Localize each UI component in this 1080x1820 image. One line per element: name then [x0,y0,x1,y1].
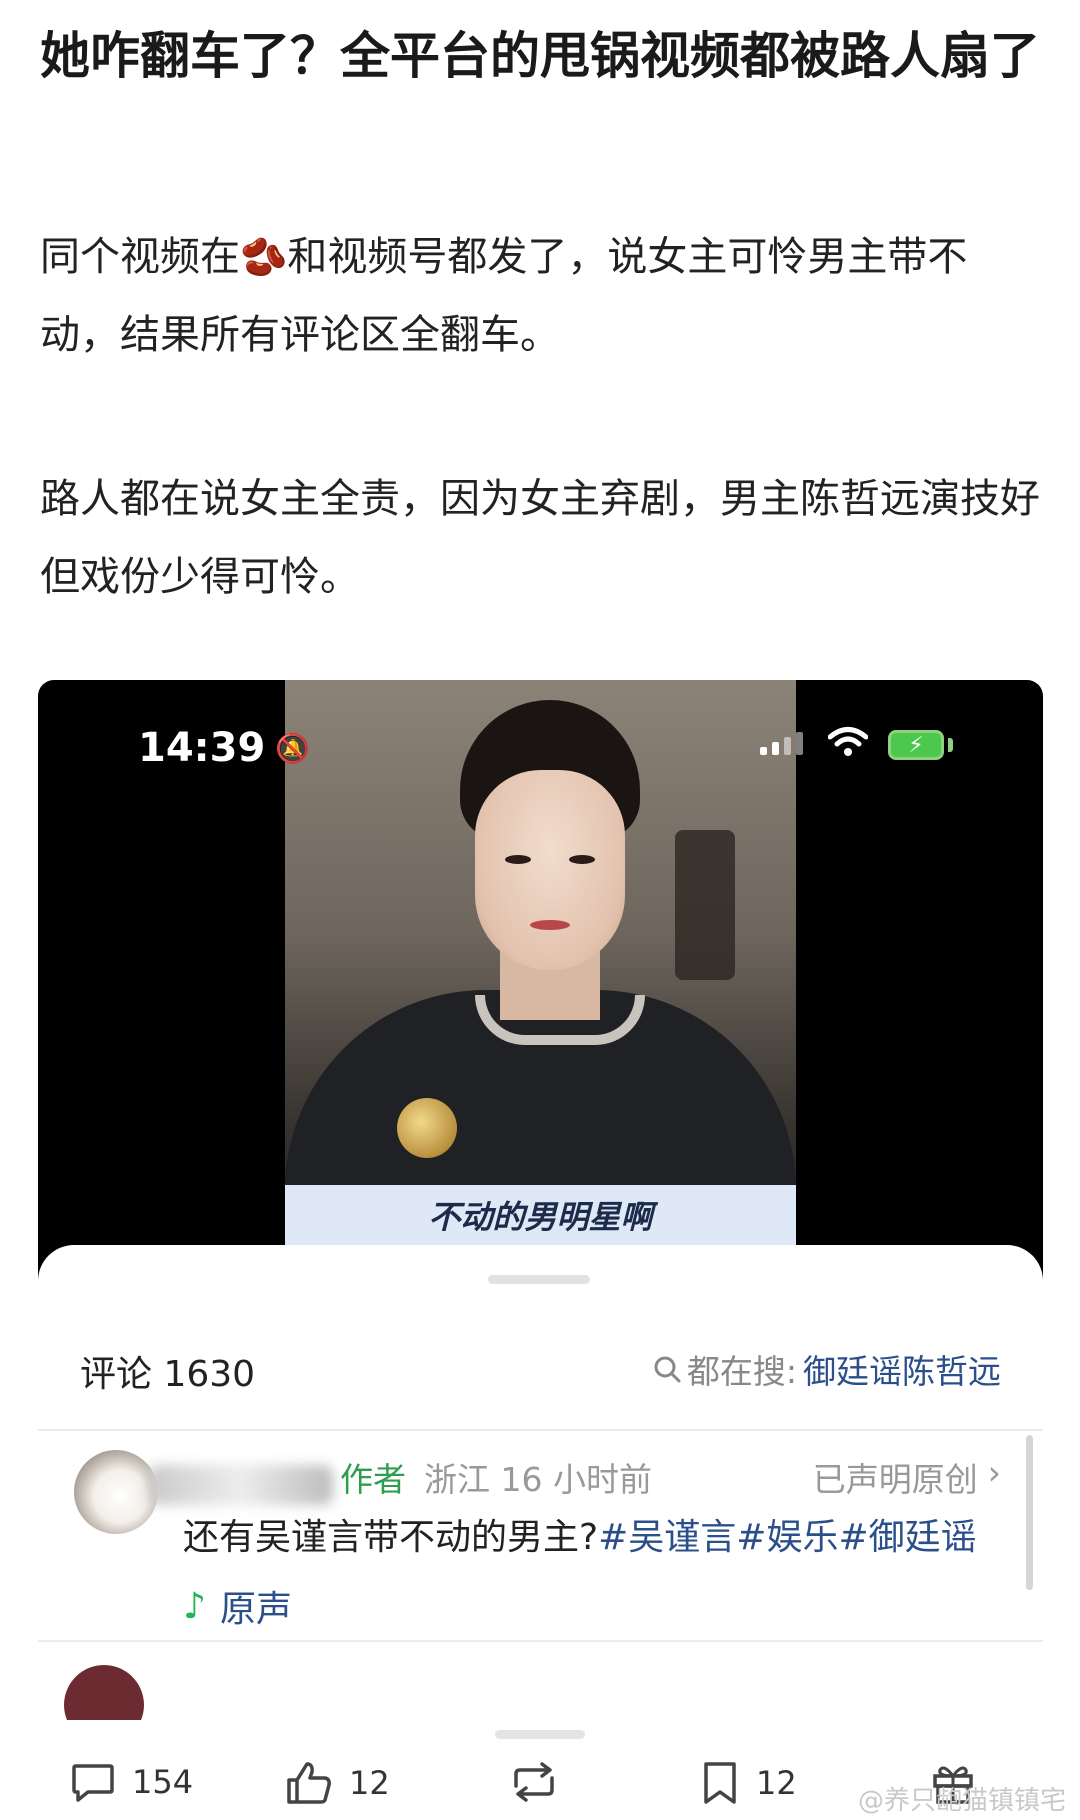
comment-text: 还有吴谨言带不动的男主?#吴谨言#娱乐#御廷谣 [183,1513,977,1563]
article-paragraph-1: 同个视频在🫘和视频号都发了，说女主可怜男主带不动，结果所有评论区全翻车。 [40,218,1040,374]
original-declaration[interactable]: 已声明原创 › [813,1453,1001,1501]
like-button[interactable]: 12 [285,1760,390,1806]
battery-charging-icon: ⚡ [888,730,944,760]
actor-face [475,770,625,970]
toolbar-handle [495,1730,585,1739]
music-label: 原声 [219,1589,292,1630]
original-label: 已声明原创 [812,1460,978,1499]
favorite-count-label: 12 [756,1764,797,1802]
original-sound-link[interactable]: ♪ 原声 [183,1580,292,1632]
repost-button[interactable] [508,1760,560,1804]
thumbs-up-icon [287,1762,331,1804]
battery-tip [948,738,953,752]
background-shape [675,830,735,980]
search-suggestion[interactable]: 都在搜: 御廷谣陈哲远 [653,1345,1001,1393]
article-title: 她咋翻车了？全平台的甩锅视频都被路人扇了 [40,27,1040,85]
cell-signal-icon [760,732,803,755]
video-frame[interactable]: 不动的男明星啊 [285,680,796,1245]
chevron-right-icon: › [987,1453,1001,1492]
author-badge: 作者 [340,1460,406,1499]
bookmark-icon [704,1762,736,1804]
comment-meta: 作者 浙江 16 小时前 [340,1453,652,1501]
article-paragraph-2: 路人都在说女主全责，因为女主弃剧，男主陈哲远演技好但戏份少得可怜。 [40,476,1040,600]
comment-count-label: 154 [132,1763,194,1801]
scrollbar[interactable] [1026,1435,1033,1590]
comment-text-plain: 还有吴谨言带不动的男主? [183,1517,599,1558]
search-hint-keyword[interactable]: 御廷谣陈哲远 [803,1345,1001,1393]
like-count-label: 12 [349,1764,390,1802]
right-eye [569,855,595,864]
mouth [530,920,570,930]
status-time-text: 14:39 [138,725,266,771]
comment-button[interactable]: 154 [70,1760,193,1804]
paragraph-1-part-a: 同个视频在 [40,234,240,280]
embedded-screenshot[interactable]: 不动的男明星啊 14:39 🔕 ⚡ 评论 1630 都在搜: 御廷谣陈哲远 作者… [38,680,1043,1740]
repost-icon [514,1762,554,1802]
favorite-button[interactable]: 12 [700,1760,797,1806]
coffee-bean-icon: 🫘 [240,235,288,279]
location-time: 浙江 16 小时前 [424,1460,652,1499]
divider [38,1429,1043,1431]
comment-sheet: 评论 1630 都在搜: 御廷谣陈哲远 作者 浙江 16 小时前 已声明原创 ›… [38,1245,1043,1740]
blurred-username [148,1465,333,1505]
gold-brooch [397,1098,457,1158]
left-eye [505,855,531,864]
mute-bell-icon: 🔕 [275,731,311,765]
comment-hashtags[interactable]: #吴谨言#娱乐#御廷谣 [598,1517,977,1558]
video-subtitle: 不动的男明星啊 [285,1185,796,1245]
wifi-icon [827,726,869,762]
search-icon [654,1356,681,1383]
avatar[interactable] [74,1450,158,1534]
comment-count: 评论 1630 [80,1354,256,1395]
search-hint-label: 都在搜: [686,1352,797,1391]
status-bar-time: 14:39 🔕 [138,725,310,771]
music-note-icon: ♪ [183,1585,206,1627]
comment-icon [72,1764,114,1802]
watermark: @养只龅猫镇镇宅 [857,1786,1066,1816]
sheet-drag-handle[interactable] [488,1275,590,1284]
divider [38,1640,1043,1642]
